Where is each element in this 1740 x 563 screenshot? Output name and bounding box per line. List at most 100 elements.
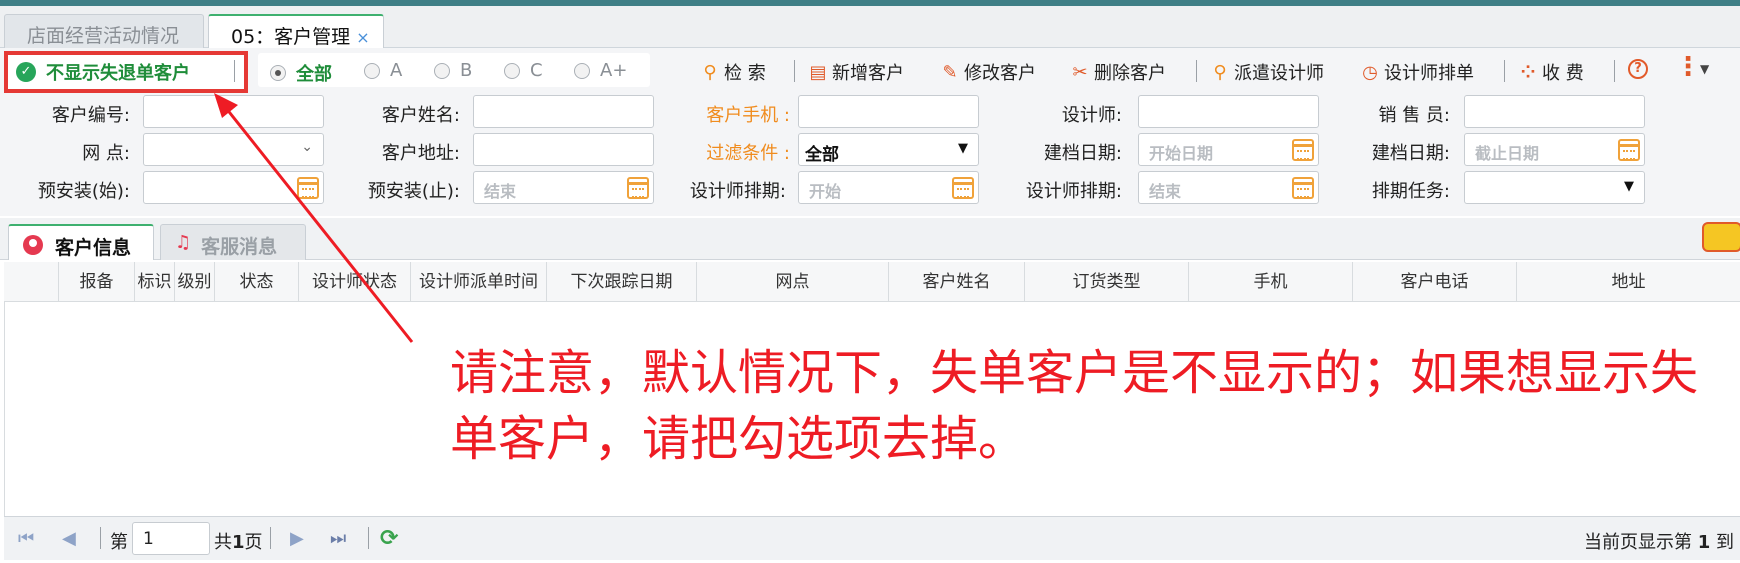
filter-condition-select[interactable]: 全部 ▼ (798, 133, 979, 166)
delete-customer-button[interactable]: ✂ 删除客户 (1070, 59, 1166, 85)
more-menu-icon[interactable]: ⋮ (1675, 54, 1701, 80)
column-header[interactable]: 订货类型 (1024, 262, 1188, 302)
edit-customer-button[interactable]: ✎ 修改客户 (940, 59, 1036, 85)
divider (234, 60, 235, 82)
display-prefix: 当前页显示第 (1584, 532, 1692, 553)
search-button[interactable]: ⚲ 检 索 (700, 59, 765, 85)
search-icon: ⚲ (703, 61, 717, 83)
created-date-from-input[interactable]: 开始日期 (1138, 133, 1319, 166)
scissors-icon: ✂ (1072, 61, 1088, 83)
calendar-icon[interactable] (952, 177, 974, 199)
display-range-text: 当前页显示第 1 到 (1584, 528, 1734, 554)
button-label: 派遣设计师 (1234, 63, 1324, 84)
outlet-select[interactable]: ⌄ (143, 133, 324, 166)
customer-no-input[interactable] (143, 95, 324, 128)
fee-icon: ⁘ (1520, 61, 1536, 83)
first-page-icon[interactable]: ⏮ (18, 528, 34, 549)
designer-schedule-start-label: 设计师排期: (689, 181, 786, 202)
schedule-task-label: 排期任务: (1371, 181, 1450, 202)
column-header[interactable]: 设计师派单时间 (410, 262, 546, 302)
add-customer-button[interactable]: ▤ 新增客户 (808, 59, 904, 85)
schedule-task-select[interactable]: ▼ (1464, 171, 1645, 204)
dispatch-icon: ⚲ (1213, 61, 1227, 83)
column-header[interactable]: 地址 (1516, 262, 1740, 302)
next-page-icon[interactable]: ▶ (290, 528, 304, 549)
calendar-icon[interactable] (1292, 139, 1314, 161)
chevron-down-icon[interactable]: ▼ (1700, 62, 1709, 76)
radio-label: B (460, 60, 473, 81)
radio-c[interactable]: C (504, 60, 543, 81)
placeholder: 开始 (809, 182, 842, 201)
radio-a-plus[interactable]: A+ (574, 60, 627, 81)
prev-page-icon[interactable]: ◀ (62, 528, 76, 549)
calendar-icon[interactable] (297, 177, 319, 199)
radio-dot-icon (574, 62, 590, 79)
pagination-bar: ⏮ ◀ 第 1 共1页 ▶ ⏭ ⟳ 当前页显示第 1 到 (4, 516, 1740, 560)
refresh-icon[interactable]: ⟳ (380, 526, 398, 551)
sales-input[interactable] (1464, 95, 1645, 128)
column-header[interactable]: 状态 (214, 262, 298, 302)
designer-schedule-button[interactable]: ◷ 设计师排单 (1360, 59, 1474, 85)
button-label: 设计师排单 (1384, 63, 1474, 84)
tab-label: 客服消息 (201, 236, 278, 258)
page-prefix: 第 (110, 532, 128, 553)
column-header[interactable]: 下次跟踪日期 (546, 262, 696, 302)
tab-label: 客户信息 (55, 237, 132, 259)
column-header[interactable]: 设计师状态 (298, 262, 410, 302)
column-header[interactable]: 网点 (696, 262, 888, 302)
designer-schedule-start-input[interactable]: 开始 (798, 171, 979, 204)
last-page-icon[interactable]: ⏭ (330, 528, 346, 549)
page-number-input[interactable]: 1 (132, 522, 210, 555)
placeholder: 截止日期 (1475, 144, 1540, 163)
tab-store-activity[interactable]: 店面经营活动情况 (4, 14, 204, 49)
designer-label: 设计师: (1061, 105, 1122, 126)
button-label: 新增客户 (832, 63, 904, 84)
calendar-icon[interactable] (1292, 177, 1314, 199)
tab-customer-management[interactable]: 05：客户管理 × (208, 14, 384, 50)
radio-label: A+ (600, 60, 628, 81)
column-header[interactable]: 客户姓名 (888, 262, 1024, 302)
chevron-down-icon: ⌄ (301, 139, 313, 155)
tab-service-messages[interactable]: ♫ 客服消息 (160, 224, 306, 260)
divider (368, 527, 369, 549)
column-header[interactable]: 手机 (1188, 262, 1352, 302)
sales-label: 销 售 员: (1378, 105, 1450, 126)
total-pages-text: 共1页 (214, 528, 263, 554)
customer-name-input[interactable] (473, 95, 654, 128)
column-header[interactable]: 标识 (134, 262, 174, 302)
close-icon[interactable]: × (356, 28, 369, 47)
created-date-from-label: 建档日期: (1043, 143, 1122, 164)
designer-schedule-end-input[interactable]: 结束 (1138, 171, 1319, 204)
fee-button[interactable]: ⁘ 收 费 (1518, 59, 1583, 85)
designer-input[interactable] (1138, 95, 1319, 128)
column-header[interactable]: 级别 (174, 262, 214, 302)
customer-address-input[interactable] (473, 133, 654, 166)
preinstall-end-input[interactable]: 结束 (473, 171, 654, 204)
preinstall-start-input[interactable] (143, 171, 324, 204)
customer-mobile-input[interactable] (798, 95, 979, 128)
radio-b[interactable]: B (434, 60, 472, 81)
help-button[interactable]: ? (1628, 59, 1652, 79)
customer-no-label: 客户编号: (51, 105, 130, 126)
inner-tab-bar: 客户信息 ♫ 客服消息 (0, 218, 1740, 260)
calendar-icon[interactable] (1618, 139, 1640, 161)
column-header[interactable]: 报备 (58, 262, 134, 302)
placeholder: 结束 (484, 182, 517, 201)
dispatch-designer-button[interactable]: ⚲ 派遣设计师 (1210, 59, 1324, 85)
designer-schedule-end-label: 设计师排期: (1025, 181, 1122, 202)
pencil-icon: ✎ (942, 61, 958, 83)
display-to: 到 (1716, 532, 1734, 553)
radio-all[interactable]: 全部 (270, 60, 332, 86)
divider (1614, 60, 1615, 82)
column-header[interactable]: 客户电话 (1352, 262, 1516, 302)
placeholder: 开始日期 (1149, 144, 1214, 163)
notification-badge-icon[interactable] (1702, 222, 1740, 252)
calendar-icon[interactable] (627, 177, 649, 199)
hide-lost-customers-checkbox[interactable]: ✓ 不显示失退单客户 (4, 51, 248, 93)
radio-a[interactable]: A (364, 60, 402, 81)
created-date-to-input[interactable]: 截止日期 (1464, 133, 1645, 166)
dropdown-arrow-icon: ▼ (958, 141, 968, 156)
dropdown-arrow-icon: ▼ (1624, 179, 1634, 194)
tab-customer-info[interactable]: 客户信息 (8, 224, 154, 260)
total-prefix: 共 (214, 532, 232, 553)
